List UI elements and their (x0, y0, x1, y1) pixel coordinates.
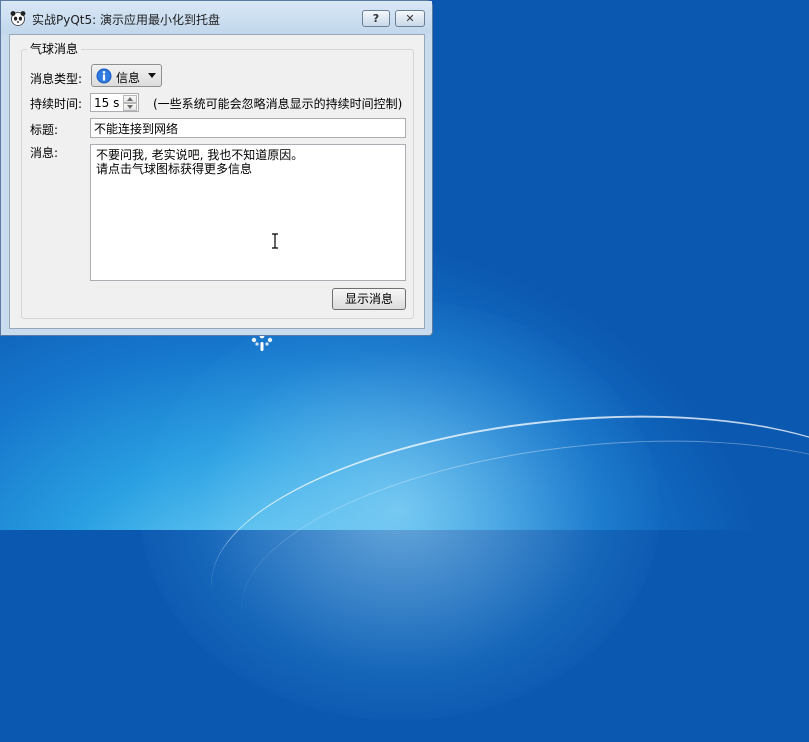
spin-up-arrow-icon[interactable] (123, 95, 137, 103)
message-type-value: 信息 (116, 71, 141, 85)
help-button[interactable]: ? (362, 10, 390, 27)
title-label: 标题: (30, 123, 59, 137)
duration-spinbox[interactable]: 15 s (90, 93, 139, 112)
message-label: 消息: (30, 146, 59, 160)
message-type-combobox[interactable]: 信息 (91, 64, 162, 87)
message-type-label: 消息类型: (30, 72, 83, 86)
window-title: 实战PyQt5: 演示应用最小化到托盘 (32, 13, 220, 27)
title-bar[interactable]: 实战PyQt5: 演示应用最小化到托盘 ? ✕ (1, 1, 432, 34)
close-button[interactable]: ✕ (395, 10, 425, 27)
panda-icon (10, 11, 26, 26)
app-window: 实战PyQt5: 演示应用最小化到托盘 ? ✕ 气球消息 消息类型: 信息 持续… (0, 0, 433, 336)
busy-cursor-icon (251, 333, 273, 351)
title-input[interactable] (90, 118, 406, 138)
duration-label: 持续时间: (30, 97, 83, 111)
show-message-button[interactable]: 显示消息 (332, 288, 406, 310)
duration-value: 15 s (94, 96, 120, 110)
duration-note: (一些系统可能会忽略消息显示的持续时间控制) (153, 97, 403, 111)
message-line: 不要问我, 老实说吧, 我也不知道原因。 (96, 148, 304, 162)
message-textarea[interactable]: 不要问我, 老实说吧, 我也不知道原因。 请点击气球图标获得更多信息 (90, 144, 406, 281)
window-client-area: 气球消息 消息类型: 信息 持续时间: 15 s (一些系统可能会忽略消息显示的… (9, 34, 425, 329)
message-line: 请点击气球图标获得更多信息 (96, 162, 253, 176)
chevron-down-icon (148, 73, 156, 78)
text-cursor-icon (272, 233, 278, 249)
spin-down-arrow-icon[interactable] (123, 103, 137, 111)
info-icon (96, 68, 112, 84)
group-title: 气球消息 (27, 40, 82, 57)
